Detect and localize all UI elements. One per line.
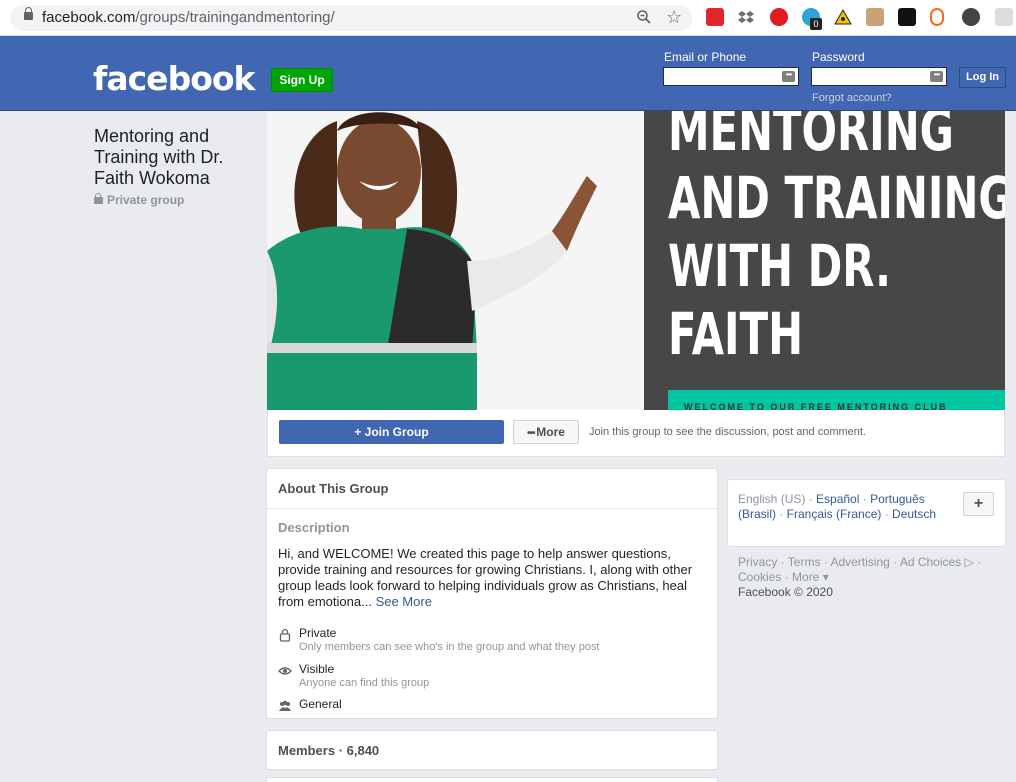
privacy-label: Private group — [107, 193, 185, 207]
password-label: Password — [812, 50, 865, 64]
people-icon — [279, 700, 291, 711]
incognito-extension-icon[interactable] — [962, 8, 980, 26]
cover-band-text: WELCOME TO OUR FREE MENTORING CLUB — [684, 402, 948, 410]
cover-title-line: FAITH — [668, 300, 804, 368]
more-button[interactable]: ••• More — [513, 420, 579, 444]
footer: Privacy · Terms · Advertising · Ad Choic… — [738, 555, 1006, 600]
dropbox-extension-icon[interactable] — [737, 8, 755, 26]
warning-extension-icon[interactable] — [834, 8, 852, 26]
lock-icon — [24, 7, 33, 20]
copyright: Facebook © 2020 — [738, 585, 833, 599]
adblock-extension-icon[interactable] — [770, 8, 788, 26]
more-label: More — [536, 425, 565, 439]
zoom-icon[interactable] — [636, 9, 652, 25]
person-photo — [267, 111, 644, 410]
next-card — [266, 777, 718, 782]
ghostery-extension-icon[interactable]: 0 — [802, 8, 822, 30]
sign-up-button[interactable]: Sign Up — [271, 68, 333, 92]
facebook-header: facebook Sign Up Email or Phone ••• Pass… — [0, 36, 1016, 111]
group-type-label: General — [299, 697, 342, 711]
cover-title: MENTORING AND TRAINING WITH DR. FAITH — [668, 111, 1005, 368]
language-list: English (US) · Español · Português (Bras… — [738, 492, 937, 521]
see-more-link[interactable]: See More — [376, 594, 432, 609]
lastpass-extension-icon[interactable] — [706, 8, 724, 26]
extension-badge: 0 — [810, 18, 822, 30]
address-bar[interactable]: facebook.com/groups/trainingandmentoring… — [10, 5, 692, 31]
about-header: About This Group — [267, 469, 717, 509]
about-title: About This Group — [278, 481, 389, 496]
description-text: Hi, and WELCOME! We created this page to… — [278, 546, 710, 610]
lock-icon — [279, 628, 291, 642]
cover-title-panel: MENTORING AND TRAINING WITH DR. FAITH WE… — [644, 111, 1005, 410]
url-text[interactable]: facebook.com/groups/trainingandmentoring… — [42, 9, 335, 26]
cover-title-line: WITH DR. — [668, 232, 892, 300]
footer-links[interactable]: Privacy · Terms · Advertising · Ad Choic… — [738, 555, 1006, 585]
visible-subtitle: Anyone can find this group — [299, 677, 430, 689]
join-hint: Join this group to see the discussion, p… — [589, 426, 866, 438]
log-in-button[interactable]: Log In — [959, 67, 1006, 88]
language-link[interactable]: Français (France) — [787, 507, 882, 521]
plus-icon: + — [354, 425, 365, 439]
language-link[interactable]: Deutsch — [892, 507, 936, 521]
group-name[interactable]: Mentoring and Training with Dr. Faith Wo… — [94, 126, 254, 189]
current-language: English (US) · — [738, 492, 817, 506]
private-subtitle: Only members can see who's in the group … — [299, 641, 600, 653]
browser-toolbar: facebook.com/groups/trainingandmentoring… — [0, 0, 1016, 36]
private-title: Private — [299, 626, 337, 640]
group-action-bar: + Join Group ••• More Join this group to… — [267, 410, 1005, 457]
password-manager-icon[interactable]: ••• — [930, 71, 943, 82]
description-label: Description — [278, 520, 350, 535]
lock-extension-icon[interactable] — [898, 8, 916, 26]
forgot-account-link[interactable]: Forgot account? — [812, 92, 892, 104]
password-field[interactable]: ••• — [811, 67, 947, 86]
join-group-button[interactable]: + Join Group — [279, 420, 504, 444]
cover-band: WELCOME TO OUR FREE MENTORING CLUB — [668, 390, 1005, 410]
language-link[interactable]: Español — [816, 492, 859, 506]
facebook-logo[interactable]: facebook — [93, 59, 255, 98]
cover-title-line: AND TRAINING — [668, 164, 1005, 232]
members-card[interactable]: Members · 6,840 — [266, 730, 718, 770]
visible-title: Visible — [299, 662, 335, 676]
password-manager-icon[interactable]: ••• — [782, 71, 795, 82]
members-count: Members · 6,840 — [278, 743, 380, 758]
menu-extension-icon[interactable] — [995, 8, 1013, 26]
cover-photo[interactable]: MENTORING AND TRAINING WITH DR. FAITH WE… — [267, 111, 1005, 410]
email-field[interactable]: ••• — [663, 67, 799, 86]
ellipsis-icon: ••• — [527, 428, 537, 439]
description-body: Hi, and WELCOME! We created this page to… — [278, 546, 693, 609]
bookmark-star-icon[interactable]: ☆ — [666, 7, 682, 27]
about-card: About This Group Description Hi, and WEL… — [266, 468, 718, 719]
eye-icon — [278, 667, 292, 675]
join-group-label: Join Group — [364, 425, 429, 439]
lock-icon — [94, 193, 103, 204]
group-privacy: Private group — [94, 193, 184, 207]
orange-extension-icon[interactable] — [930, 8, 944, 26]
more-languages-button[interactable]: + — [963, 492, 994, 516]
cover-title-line: MENTORING — [668, 111, 954, 164]
language-selector: English (US) · Español · Português (Bras… — [727, 479, 1006, 547]
email-label: Email or Phone — [664, 50, 747, 64]
folder-extension-icon[interactable] — [866, 8, 884, 26]
